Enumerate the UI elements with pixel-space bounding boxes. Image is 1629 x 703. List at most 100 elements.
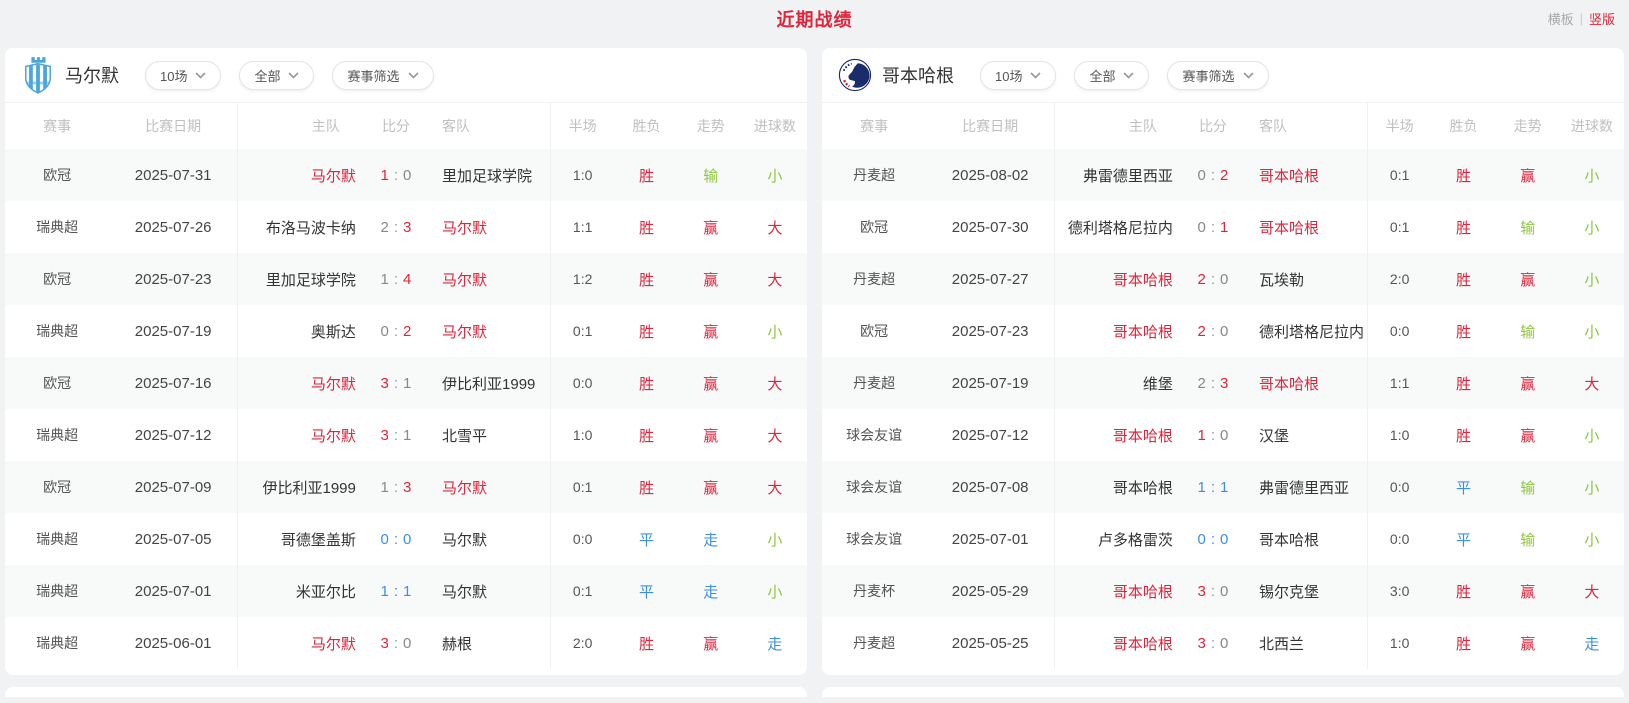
home-team-name[interactable]: 弗雷德里西亚: [1083, 168, 1173, 185]
away-score: 2: [403, 323, 411, 340]
goals-text: 小: [1584, 220, 1599, 237]
match-row: 丹麦超2025-07-27哥本哈根2:0瓦埃勒2:0胜赢小: [822, 253, 1624, 305]
score-cell: 2:0: [1179, 305, 1247, 357]
home-team-name[interactable]: 伊比利亚1999: [262, 480, 355, 497]
match-count-filter[interactable]: 10场: [145, 61, 221, 90]
trend-cell: 输: [1496, 305, 1560, 357]
away-team-name[interactable]: 瓦埃勒: [1259, 272, 1304, 289]
league-cell: 丹麦超: [822, 253, 926, 305]
away-team-name[interactable]: 哥本哈根: [1259, 376, 1319, 393]
away-team-name[interactable]: 马尔默: [442, 480, 487, 497]
away-team-name[interactable]: 里加足球学院: [442, 168, 532, 185]
home-team-name[interactable]: 哥本哈根: [1113, 324, 1173, 341]
score-cell: 1:1: [362, 565, 430, 617]
result-text: 胜: [639, 636, 654, 653]
away-team-name[interactable]: 马尔默: [442, 272, 487, 289]
date-cell: 2025-07-19: [926, 357, 1054, 409]
date-cell: 2025-07-12: [109, 409, 237, 461]
trend-text: 赢: [703, 220, 718, 237]
away-team-name[interactable]: 哥本哈根: [1259, 532, 1319, 549]
away-team-name[interactable]: 北雪平: [442, 428, 487, 445]
away-team-cell: 马尔默: [430, 305, 550, 357]
home-score: 1: [1198, 427, 1206, 444]
goals-cell: 小: [1560, 513, 1624, 565]
away-team-name[interactable]: 马尔默: [442, 220, 487, 237]
goals-text: 小: [767, 324, 782, 341]
home-team-name[interactable]: 哥本哈根: [1113, 584, 1173, 601]
score-cell: 1:4: [362, 253, 430, 305]
half-score-cell: 1:0: [550, 409, 614, 461]
vertical-view-link[interactable]: 竖版: [1589, 9, 1615, 28]
home-team-name[interactable]: 米亚尔比: [296, 584, 356, 601]
home-team-name[interactable]: 马尔默: [311, 636, 356, 653]
home-score: 1: [381, 167, 389, 184]
league-cell: 球会友谊: [822, 513, 926, 565]
goals-text: 大: [767, 220, 782, 237]
horizontal-view-link[interactable]: 横板: [1548, 9, 1574, 28]
trend-text: 赢: [1520, 428, 1535, 445]
col-header-half: 半场: [550, 103, 614, 149]
scope-filter[interactable]: 全部: [239, 61, 314, 90]
away-team-name[interactable]: 伊比利亚1999: [442, 376, 535, 393]
away-team-name[interactable]: 赫根: [442, 636, 472, 653]
match-row: 丹麦超2025-08-02弗雷德里西亚0:2哥本哈根0:1胜赢小: [822, 149, 1624, 201]
home-team-name[interactable]: 德利塔格尼拉内: [1068, 220, 1173, 237]
date-cell: 2025-08-02: [926, 149, 1054, 201]
away-team-name[interactable]: 哥本哈根: [1259, 168, 1319, 185]
home-team-name[interactable]: 奥斯达: [311, 324, 356, 341]
match-count-filter[interactable]: 10场: [980, 61, 1056, 90]
result-cell: 胜: [1431, 617, 1495, 669]
home-team-name[interactable]: 布洛马波卡纳: [266, 220, 356, 237]
chevron-down-icon: [408, 72, 419, 79]
trend-text: 赢: [1520, 584, 1535, 601]
home-team-cell: 马尔默: [238, 617, 362, 669]
away-score: 3: [1220, 375, 1228, 392]
score-cell: 3:0: [1179, 617, 1247, 669]
home-team-name[interactable]: 卢多格雷茨: [1098, 532, 1173, 549]
panel-header: 马尔默 10场 全部 赛事筛选: [5, 48, 807, 103]
home-team-name[interactable]: 哥本哈根: [1113, 480, 1173, 497]
home-team-name[interactable]: 里加足球学院: [266, 272, 356, 289]
date-cell: 2025-07-01: [926, 513, 1054, 565]
event-filter[interactable]: 赛事筛选: [1167, 61, 1268, 90]
goals-cell: 小: [743, 565, 807, 617]
home-team-name[interactable]: 哥本哈根: [1113, 636, 1173, 653]
trend-text: 输: [703, 168, 718, 185]
away-team-cell: 马尔默: [430, 461, 550, 513]
trend-text: 赢: [703, 272, 718, 289]
home-team-name[interactable]: 马尔默: [311, 168, 356, 185]
match-row: 丹麦杯2025-05-29哥本哈根3:0锡尔克堡3:0胜赢大: [822, 565, 1624, 617]
home-team-name[interactable]: 哥本哈根: [1113, 428, 1173, 445]
home-team-cell: 哥本哈根: [1055, 617, 1179, 669]
col-header-home: 主队: [1055, 103, 1179, 149]
col-header-away: 客队: [430, 103, 550, 149]
goals-text: 大: [1584, 376, 1599, 393]
home-team-cell: 米亚尔比: [238, 565, 362, 617]
home-team-name[interactable]: 哥本哈根: [1113, 272, 1173, 289]
home-team-name[interactable]: 维堡: [1143, 376, 1173, 393]
scope-filter[interactable]: 全部: [1074, 61, 1149, 90]
trend-cell: 输: [1496, 461, 1560, 513]
away-team-name[interactable]: 马尔默: [442, 324, 487, 341]
home-team-name[interactable]: 哥德堡盖斯: [281, 532, 356, 549]
away-team-name[interactable]: 北西兰: [1259, 636, 1304, 653]
league-cell: 丹麦杯: [822, 565, 926, 617]
away-team-name[interactable]: 汉堡: [1259, 428, 1289, 445]
away-team-name[interactable]: 德利塔格尼拉内: [1259, 324, 1364, 341]
away-team-name[interactable]: 马尔默: [442, 584, 487, 601]
league-cell: 欧冠: [5, 253, 109, 305]
trend-cell: 赢: [679, 617, 743, 669]
date-cell: 2025-06-01: [109, 617, 237, 669]
away-team-name[interactable]: 锡尔克堡: [1259, 584, 1319, 601]
away-team-name[interactable]: 弗雷德里西亚: [1259, 480, 1349, 497]
home-team-cell: 德利塔格尼拉内: [1055, 201, 1179, 253]
view-toggle: 横板 | 竖版: [1548, 9, 1615, 28]
event-filter[interactable]: 赛事筛选: [332, 61, 433, 90]
date-cell: 2025-07-23: [926, 305, 1054, 357]
away-team-cell: 里加足球学院: [430, 149, 550, 201]
away-team-name[interactable]: 马尔默: [442, 532, 487, 549]
home-team-name[interactable]: 马尔默: [311, 428, 356, 445]
score-colon: :: [394, 427, 398, 444]
away-team-name[interactable]: 哥本哈根: [1259, 220, 1319, 237]
home-team-name[interactable]: 马尔默: [311, 376, 356, 393]
